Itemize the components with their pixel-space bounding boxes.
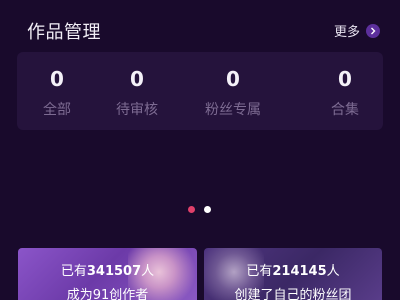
stat-pending-review-count: 0 (130, 67, 144, 91)
more-label: 更多 (333, 25, 360, 40)
more-link[interactable]: 更多 (334, 21, 380, 40)
fan-group-count-suffix: 人 (326, 264, 340, 279)
creator-count-prefix: 已有 (60, 264, 87, 279)
stat-fans-exclusive-count: 0 (226, 67, 240, 91)
stat-pending-review[interactable]: 0 待审核 (97, 52, 177, 130)
creator-count-line: 已有341507人 (18, 260, 197, 279)
stat-fans-exclusive-label: 粉丝专属 (205, 102, 261, 118)
fan-group-count-number: 214145 (272, 264, 327, 279)
chevron-right-icon (366, 23, 380, 38)
stat-all-label: 全部 (43, 102, 71, 118)
stat-fans-exclusive[interactable]: 0 粉丝专属 (193, 52, 273, 130)
creator-promo-card[interactable]: 已有341507人 成为91创作者 (18, 248, 197, 300)
stat-collections-label: 合集 (331, 102, 359, 118)
fan-group-promo-text: 创建了自己的粉丝团 (234, 288, 352, 300)
carousel-dot-2[interactable] (204, 206, 211, 213)
creator-count-number: 341507 (86, 264, 142, 279)
section-header: 作品管理 更多 (27, 18, 380, 44)
fan-group-promo-card[interactable]: 已有214145人 创建了自己的粉丝团 (204, 248, 382, 300)
stat-all[interactable]: 0 全部 (17, 52, 97, 130)
stat-collections-count: 0 (338, 67, 352, 91)
stat-pending-review-label: 待审核 (116, 102, 158, 118)
carousel-indicator (0, 206, 400, 214)
works-stats-panel: 0 全部 0 待审核 0 粉丝专属 0 合集 (17, 52, 383, 130)
section-title: 作品管理 (27, 22, 101, 43)
carousel-dot-1[interactable] (188, 206, 195, 213)
stat-collections[interactable]: 0 合集 (305, 52, 385, 130)
creator-count-suffix: 人 (141, 264, 155, 279)
fan-group-count-line: 已有214145人 (204, 260, 382, 279)
fan-group-count-prefix: 已有 (246, 264, 273, 279)
stat-all-count: 0 (50, 67, 64, 91)
creator-promo-text: 成为91创作者 (66, 288, 149, 300)
works-management-page: 作品管理 更多 0 全部 0 待审核 0 粉丝专属 0 合集 已有341507人… (0, 0, 400, 300)
